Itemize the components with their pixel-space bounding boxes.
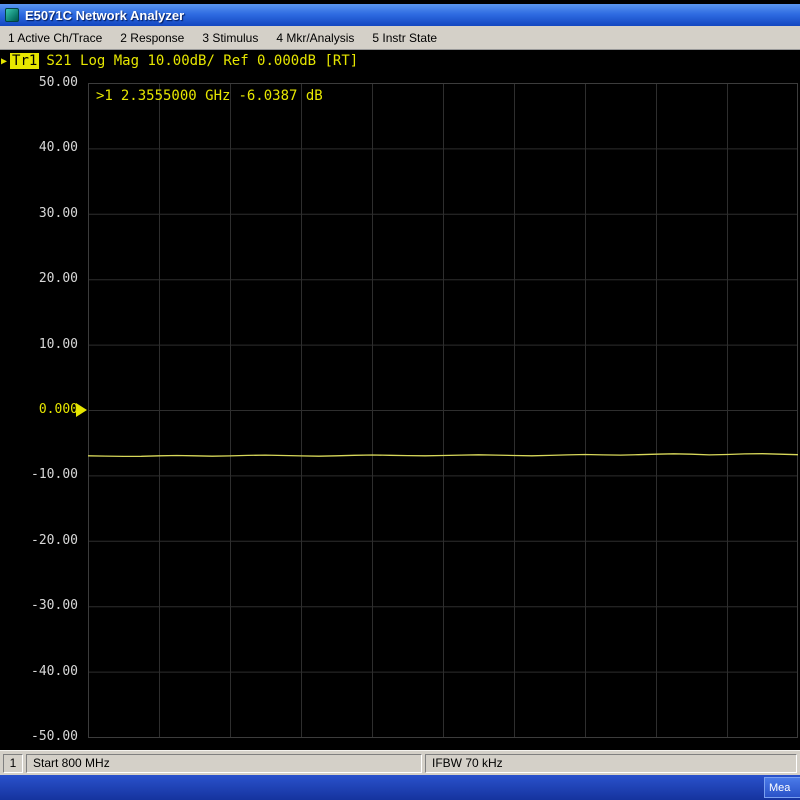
reference-level-marker-icon — [76, 403, 87, 417]
y-axis-label: 30.00 — [39, 206, 78, 222]
menu-mkr-analysis[interactable]: 4 Mkr/Analysis — [276, 31, 354, 45]
y-axis-label: 0.000 — [39, 402, 78, 418]
y-axis-label: 10.00 — [39, 337, 78, 353]
y-axis-label: -40.00 — [31, 664, 78, 680]
app-icon — [5, 8, 19, 22]
y-axis-label: 50.00 — [39, 75, 78, 91]
y-axis-label: -20.00 — [31, 533, 78, 549]
plot-grid — [88, 83, 798, 738]
y-axis-label: -30.00 — [31, 598, 78, 614]
ifbw-readout: IFBW 70 kHz — [425, 754, 797, 773]
trace-header: ▶ Tr1 S21 Log Mag 10.00dB/ Ref 0.000dB [… — [0, 50, 800, 72]
marker-value: -6.0387 dB — [238, 88, 322, 104]
y-axis-label: -50.00 — [31, 729, 78, 745]
y-axis-labels: 50.00 40.00 30.00 20.00 10.00 0.000 -10.00 -20.… — [0, 72, 80, 750]
active-trace-arrow-icon: ▶ — [1, 56, 7, 67]
taskbar: Mea — [0, 775, 800, 800]
menu-stimulus[interactable]: 3 Stimulus — [202, 31, 258, 45]
title-bar[interactable]: E5071C Network Analyzer — [0, 4, 800, 26]
menu-bar: 1 Active Ch/Trace 2 Response 3 Stimulus … — [0, 26, 800, 50]
marker-number: >1 — [96, 88, 113, 104]
analyzer-window: E5071C Network Analyzer 1 Active Ch/Trac… — [0, 0, 800, 800]
status-bar: 1 Start 800 MHz IFBW 70 kHz — [0, 750, 800, 775]
channel-indicator: 1 — [3, 754, 23, 773]
y-axis-label: 20.00 — [39, 271, 78, 287]
window-title: E5071C Network Analyzer — [25, 8, 184, 23]
taskbar-measurement-button[interactable]: Mea — [764, 777, 800, 798]
trace-settings-text: S21 Log Mag 10.00dB/ Ref 0.000dB [RT] — [46, 53, 358, 69]
chart-area: 50.00 40.00 30.00 20.00 10.00 0.000 -10.00 -20.… — [0, 72, 800, 750]
trace-name-badge[interactable]: Tr1 — [10, 53, 39, 69]
marker-readout: >1 2.3555000 GHz -6.0387 dB — [96, 88, 331, 104]
y-axis-label: 40.00 — [39, 140, 78, 156]
start-frequency-readout: Start 800 MHz — [26, 754, 422, 773]
menu-active-ch-trace[interactable]: 1 Active Ch/Trace — [8, 31, 102, 45]
menu-instr-state[interactable]: 5 Instr State — [372, 31, 437, 45]
marker-frequency: 2.3555000 GHz — [121, 88, 231, 104]
y-axis-label: -10.00 — [31, 467, 78, 483]
menu-response[interactable]: 2 Response — [120, 31, 184, 45]
